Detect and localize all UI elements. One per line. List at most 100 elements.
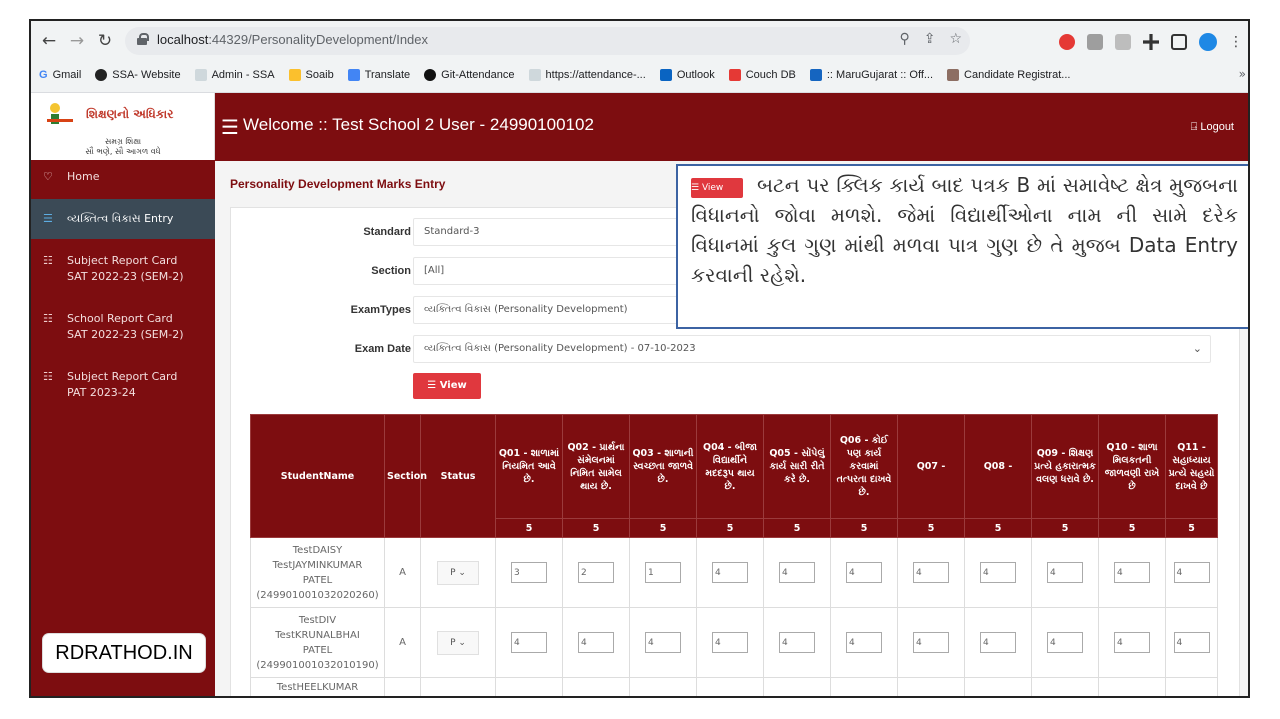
- watermark-brand: RDRATHOD.IN: [43, 634, 205, 672]
- student-id: (249901001032020260): [256, 589, 379, 601]
- mark-cell: 4: [897, 537, 965, 608]
- page-icon: [528, 69, 541, 81]
- sidebar-item-school-report-sat[interactable]: ☷ School Report Card SAT 2022-23 (SEM-2): [31, 311, 215, 345]
- header-q10: Q10 - શાળા મિલકતની જાળવણી રાખે છે: [1098, 414, 1166, 519]
- standard-value: Standard-3: [424, 226, 480, 237]
- status-select[interactable]: P ⌄: [437, 560, 479, 585]
- sidebar-item-personality-entry[interactable]: ☰ વ્યક્તિત્વ વિકાસ Entry: [31, 199, 215, 239]
- mark-input-q03[interactable]: 4: [645, 632, 681, 653]
- mark-input-q01[interactable]: 3: [511, 562, 547, 583]
- mark-cell: 4: [562, 607, 630, 678]
- extension-icon[interactable]: [1087, 34, 1103, 50]
- mark-cell: [1031, 677, 1099, 696]
- examtypes-label: ExamTypes: [350, 304, 411, 316]
- mark-input-q03[interactable]: 1: [645, 562, 681, 583]
- address-bar[interactable]: localhost:44329/PersonalityDevelopment/I…: [125, 27, 970, 55]
- mark-input-q08[interactable]: 4: [980, 562, 1016, 583]
- mark-cell: 4: [964, 607, 1032, 678]
- sidebar: શિક્ષણનો અધિકાર સમગ્ર શિક્ષા સૌ ભણે, સૌ …: [31, 93, 215, 696]
- max-mark: 5: [696, 518, 764, 538]
- puzzle-icon[interactable]: [1143, 34, 1159, 50]
- mark-cell: [964, 677, 1032, 696]
- zoom-icon[interactable]: ⚲: [899, 31, 909, 47]
- share-icon[interactable]: ⇪: [924, 31, 936, 47]
- logout-icon: ⍈: [1190, 121, 1201, 133]
- opera-icon[interactable]: [1059, 34, 1075, 50]
- github-icon: [424, 69, 437, 81]
- page-icon: [194, 69, 207, 81]
- bookmark-marugujarat[interactable]: :: MaruGujarat :: Off...: [809, 69, 933, 81]
- bookmark-admin-ssa[interactable]: Admin - SSA: [194, 69, 275, 81]
- header-q09: Q09 - શિક્ષણ પ્રત્યે હકારાત્મક વલણ ધરાવે…: [1031, 414, 1099, 519]
- bookmark-gmail[interactable]: G Gmail: [39, 69, 81, 81]
- mark-cell: [696, 677, 764, 696]
- list-icon: ☰: [43, 212, 53, 225]
- sidebar-item-subject-report-pat[interactable]: ☷ Subject Report Card PAT 2023-24: [31, 369, 215, 403]
- logout-link[interactable]: ⍈ Logout: [1191, 121, 1234, 134]
- student-name-cell: TestHEELKUMAR: [250, 677, 385, 696]
- mark-input-q06[interactable]: 4: [846, 562, 882, 583]
- back-icon[interactable]: ←: [39, 31, 59, 51]
- header-q03: Q03 - શાળાની સ્વચ્છતા જાળવે છે.: [629, 414, 697, 519]
- bookmark-candidate[interactable]: Candidate Registrat...: [947, 69, 1070, 81]
- mark-cell: 4: [1098, 537, 1166, 608]
- reload-icon[interactable]: ↻: [95, 31, 115, 51]
- mark-input-q08[interactable]: 4: [980, 632, 1016, 653]
- examdate-select[interactable]: વ્યક્તિત્વ વિકાસ (Personality Developmen…: [413, 335, 1211, 363]
- bookmarks-overflow[interactable]: »: [1239, 67, 1246, 81]
- address-row: ← → ↻ localhost:44329/PersonalityDevelop…: [31, 25, 1248, 57]
- bookmark-ssa-website[interactable]: SSA- Website: [95, 69, 181, 81]
- window-icon[interactable]: [1171, 34, 1187, 50]
- mark-input-q07[interactable]: 4: [913, 632, 949, 653]
- camera-icon[interactable]: [1115, 34, 1131, 50]
- table-row: TestDIV TestKRUNALBHAI PATEL (2499010010320…: [250, 607, 1218, 678]
- examdate-row: Exam Date વ્યક્તિત્વ વિકાસ (Personality …: [231, 335, 1241, 363]
- mark-input-q10[interactable]: 4: [1114, 632, 1150, 653]
- logo-figure-icon: [47, 103, 73, 124]
- menu-dots-icon[interactable]: ⋮: [1229, 34, 1243, 50]
- header-q01: Q01 - શાળામાં નિયમિત આવે છે.: [495, 414, 563, 519]
- bookmark-git-attendance[interactable]: Git-Attendance: [424, 69, 515, 81]
- mark-cell: 4: [763, 537, 831, 608]
- max-mark: 5: [629, 518, 697, 538]
- sidebar-item-subject-report-sat[interactable]: ☷ Subject Report Card SAT 2022-23 (SEM-2…: [31, 253, 215, 287]
- mark-input-q11[interactable]: 4: [1173, 632, 1210, 653]
- mark-input-q05[interactable]: 4: [779, 632, 815, 653]
- url-text[interactable]: localhost:44329/PersonalityDevelopment/I…: [157, 32, 428, 47]
- mark-input-q09[interactable]: 4: [1047, 562, 1083, 583]
- mark-cell: 4: [1031, 607, 1099, 678]
- mark-input-q02[interactable]: 2: [578, 562, 614, 583]
- site-icon: [809, 69, 822, 81]
- mark-input-q04[interactable]: 4: [712, 632, 748, 653]
- mark-input-q07[interactable]: 4: [913, 562, 949, 583]
- bookmark-label: Translate: [364, 69, 411, 81]
- mark-input-q02[interactable]: 4: [578, 632, 614, 653]
- mark-input-q09[interactable]: 4: [1047, 632, 1083, 653]
- heart-icon: ♡: [43, 170, 53, 183]
- header-q05: Q05 - સોંપેલું કાર્ય સારી રીતે કરે છે.: [763, 414, 831, 519]
- mark-input-q01[interactable]: 4: [511, 632, 547, 653]
- bookmark-couch-db[interactable]: Couch DB: [728, 69, 796, 81]
- status-select[interactable]: P ⌄: [437, 630, 479, 655]
- chevron-down-icon: ⌄: [1192, 342, 1202, 355]
- mark-cell: 2: [562, 537, 630, 608]
- mark-input-q11[interactable]: 4: [1173, 562, 1210, 583]
- forward-icon[interactable]: →: [67, 31, 87, 51]
- profile-avatar[interactable]: [1199, 33, 1217, 51]
- bookmark-label: Candidate Registrat...: [964, 69, 1071, 81]
- mark-input-q10[interactable]: 4: [1114, 562, 1150, 583]
- view-button[interactable]: ☰ View: [413, 373, 481, 399]
- bookmark-soaib[interactable]: Soaib: [288, 69, 334, 81]
- student-name-line: TestDIV: [298, 614, 337, 626]
- sidebar-item-home[interactable]: ♡ Home: [31, 169, 215, 191]
- student-name-line: TestDAISY: [292, 544, 343, 556]
- mark-input-q05[interactable]: 4: [779, 562, 815, 583]
- bookmark-star-icon[interactable]: ☆: [949, 31, 962, 47]
- bookmark-attendance[interactable]: https://attendance-...: [528, 69, 646, 81]
- bookmark-translate[interactable]: Translate: [347, 69, 411, 81]
- hamburger-icon[interactable]: ☰: [221, 115, 239, 139]
- mark-input-q06[interactable]: 4: [846, 632, 882, 653]
- bookmark-outlook[interactable]: Outlook: [659, 69, 715, 81]
- bookmark-label: Gmail: [52, 69, 82, 81]
- mark-input-q04[interactable]: 4: [712, 562, 748, 583]
